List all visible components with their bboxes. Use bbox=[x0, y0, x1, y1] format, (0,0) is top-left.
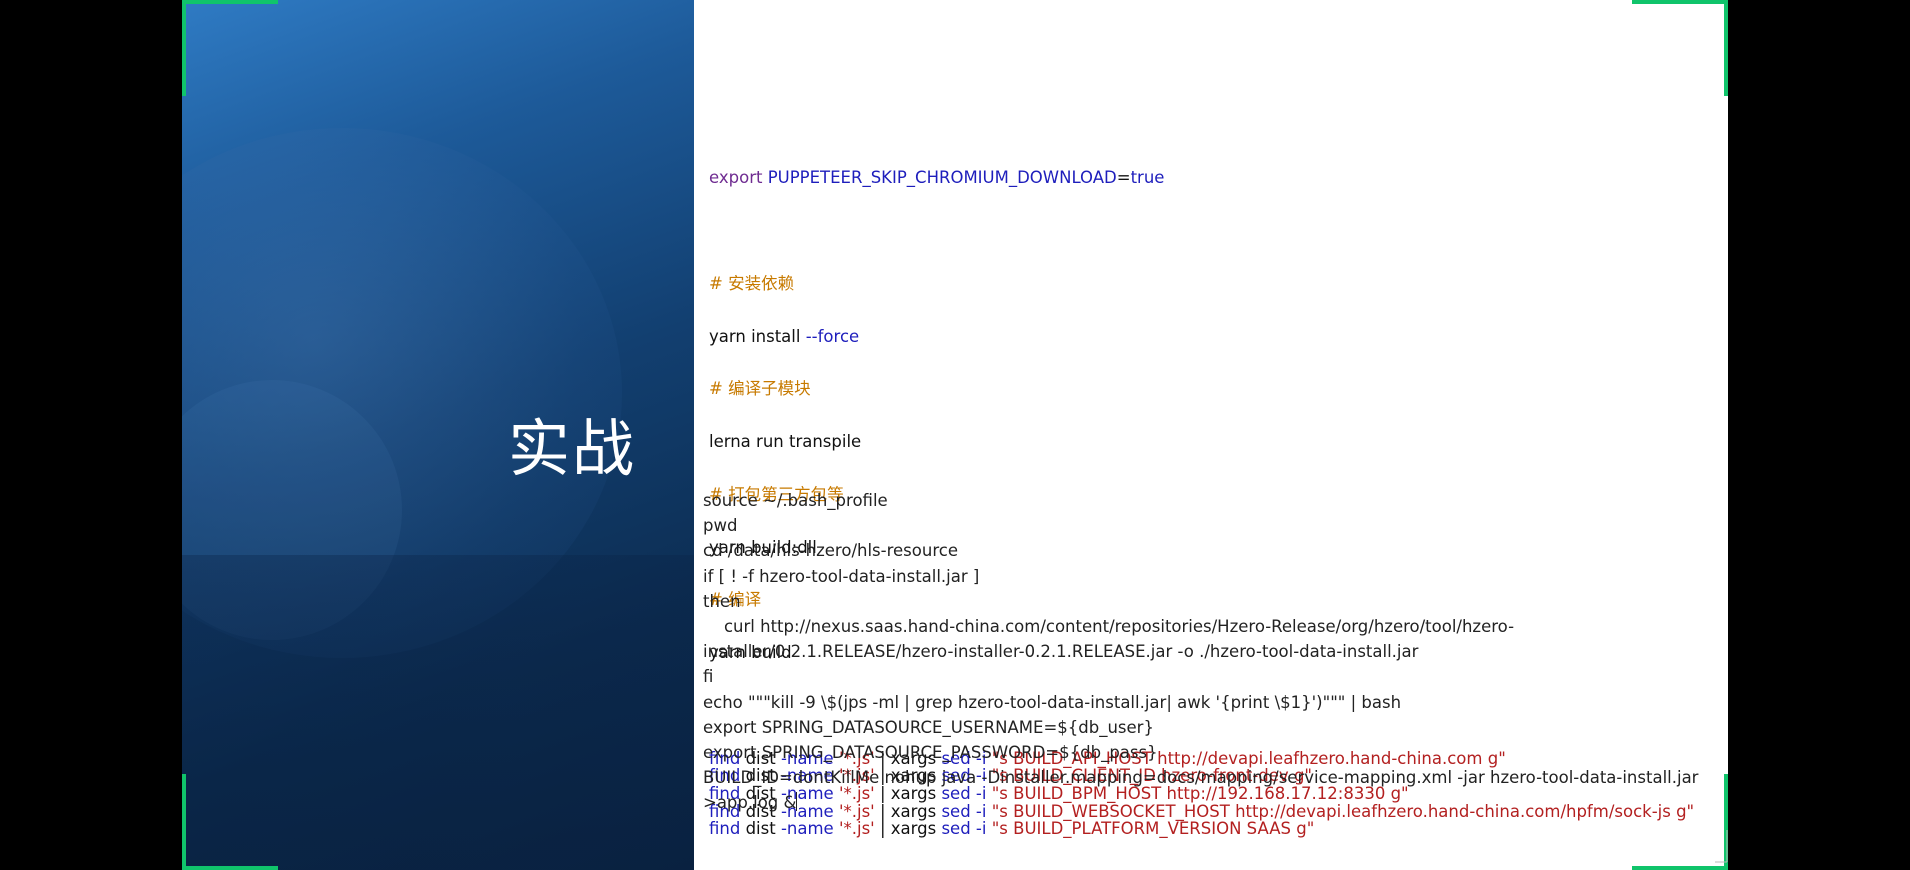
script-line: pwd bbox=[703, 516, 738, 536]
code-line: lerna run transpile bbox=[709, 432, 862, 452]
corner-accent-top-right bbox=[1632, 0, 1728, 4]
script-line: cd /data/hls-hzero/hls-resource bbox=[703, 541, 958, 561]
script-line: if [ ! -f hzero-tool-data-install.jar ] bbox=[703, 566, 980, 586]
corner-accent-bottom-left bbox=[182, 866, 278, 870]
code-comment: # 编译子模块 bbox=[709, 379, 811, 399]
code-comment: # 安装依赖 bbox=[709, 273, 795, 293]
script-line: installer/0.2.1.RELEASE/hzero-installer-… bbox=[703, 642, 1419, 662]
script-line: curl http://nexus.saas.hand-china.com/co… bbox=[703, 616, 1515, 636]
resize-handle-icon bbox=[1715, 830, 1728, 863]
script-line: fi bbox=[703, 667, 714, 687]
script-line: echo """kill -9 \$(jps -ml | grep hzero-… bbox=[703, 692, 1402, 712]
slide-title: 实战 bbox=[508, 412, 637, 485]
script-line: BUILD_ID=dontKillMe nohup java -Dinstall… bbox=[703, 768, 1699, 788]
code-block-deploy: source ~/.bash_profilepwd cd /data/hls-hz… bbox=[703, 488, 1723, 815]
script-line: >app.log & bbox=[703, 792, 798, 813]
script-line: export SPRING_DATASOURCE_USERNAME=${db_u… bbox=[703, 717, 1154, 737]
find-command-line: find dist -name '*.js' | xargs sed -i "s… bbox=[709, 819, 1315, 839]
corner-accent-top-right-vertical bbox=[1724, 0, 1728, 96]
corner-accent-top-left bbox=[182, 0, 278, 4]
script-line: then bbox=[703, 591, 741, 611]
decorative-band bbox=[182, 555, 694, 870]
code-line: yarn install --force bbox=[709, 326, 860, 346]
corner-accent-bottom-left-vertical bbox=[182, 774, 186, 870]
title-panel: 实战 bbox=[182, 0, 694, 870]
script-line: source ~/.bash_profile bbox=[703, 491, 888, 510]
corner-accent-top-left-vertical bbox=[182, 0, 186, 96]
presentation-slide: 实战 export PUPPETEER_SKIP_CHROMIUM_DOWNLO… bbox=[182, 0, 1728, 870]
script-line: export SPRING_DATASOURCE_PASSWORD=${db_p… bbox=[703, 742, 1158, 762]
text-cursor bbox=[796, 792, 798, 812]
code-line: export PUPPETEER_SKIP_CHROMIUM_DOWNLOAD=… bbox=[709, 168, 1165, 188]
